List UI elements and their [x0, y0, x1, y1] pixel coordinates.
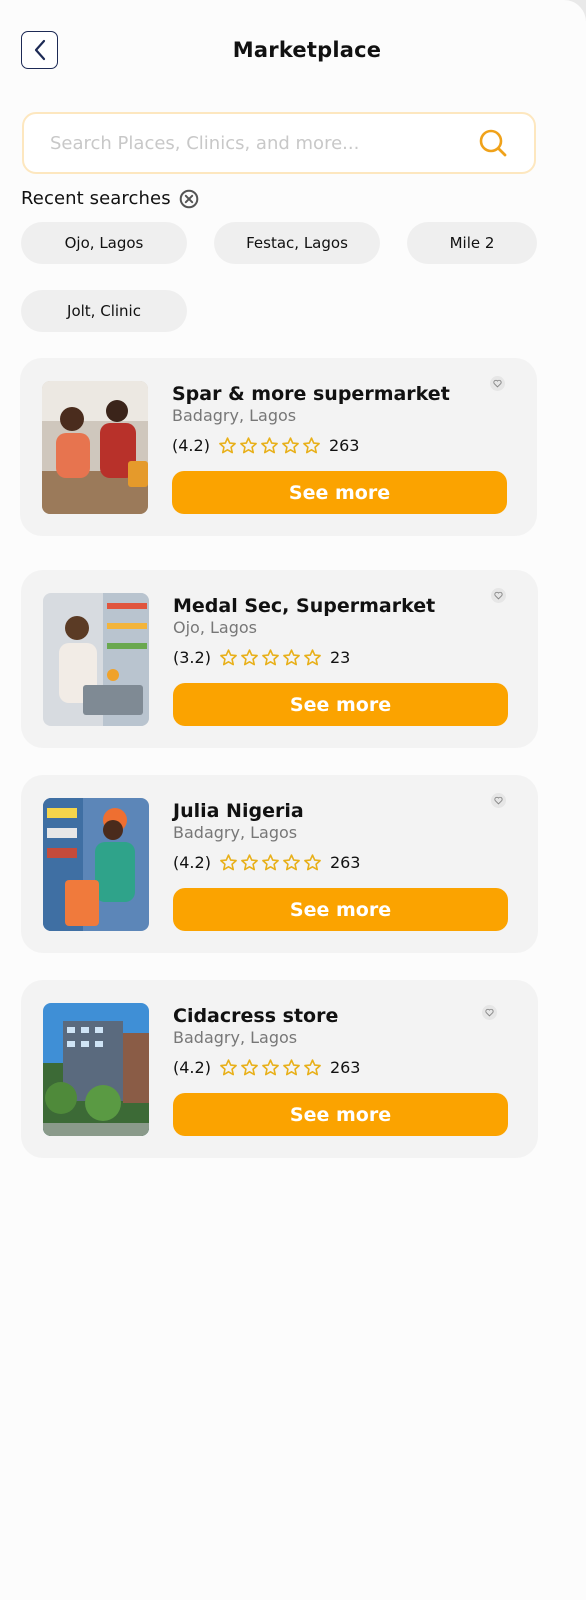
star-icon: [220, 1059, 237, 1076]
star-icon: [303, 437, 320, 454]
review-count: 263: [328, 436, 360, 455]
star-icon: [219, 437, 236, 454]
recent-chip-label: Ojo, Lagos: [64, 234, 144, 252]
rating-stars: [218, 436, 323, 455]
see-more-button[interactable]: See more: [173, 888, 508, 931]
heart-icon: [494, 591, 503, 600]
store-photo: [43, 1003, 149, 1136]
see-more-button[interactable]: See more: [173, 683, 508, 726]
star-icon: [283, 1059, 300, 1076]
review-count: 263: [329, 1058, 361, 1077]
search-bar[interactable]: [22, 112, 536, 174]
store-photo: [42, 381, 148, 514]
rating-score: (4.2): [173, 853, 211, 872]
store-card[interactable]: Spar & more supermarket Badagry, Lagos (…: [20, 358, 537, 536]
store-card[interactable]: Cidacress store Badagry, Lagos (4.2) 263…: [21, 980, 538, 1158]
star-icon: [261, 437, 278, 454]
star-icon: [241, 649, 258, 666]
rating-stars: [219, 648, 324, 667]
store-card[interactable]: Julia Nigeria Badagry, Lagos (4.2) 263 S…: [21, 775, 538, 953]
review-count: 263: [329, 853, 361, 872]
star-icon: [283, 649, 300, 666]
favorite-button[interactable]: [490, 376, 505, 391]
star-icon: [241, 854, 258, 871]
see-more-button[interactable]: See more: [172, 471, 507, 514]
star-icon: [220, 854, 237, 871]
star-icon: [262, 854, 279, 871]
store-rating: (4.2) 263: [173, 1058, 360, 1077]
rating-stars: [219, 1058, 324, 1077]
recent-chip-label: Jolt, Clinic: [67, 302, 141, 320]
star-icon: [282, 437, 299, 454]
heart-icon: [493, 379, 502, 388]
star-icon: [304, 854, 321, 871]
store-location: Ojo, Lagos: [173, 618, 257, 637]
store-photo: [43, 593, 149, 726]
recent-searches-header: Recent searches: [21, 188, 199, 209]
recent-chip-label: Festac, Lagos: [246, 234, 348, 252]
heart-icon: [485, 1008, 494, 1017]
star-icon: [262, 1059, 279, 1076]
store-rating: (4.2) 263: [173, 853, 360, 872]
clear-recent-icon[interactable]: [179, 189, 199, 209]
star-icon: [304, 649, 321, 666]
store-card[interactable]: Medal Sec, Supermarket Ojo, Lagos (3.2) …: [21, 570, 538, 748]
store-location: Badagry, Lagos: [172, 406, 297, 425]
recent-chip[interactable]: Jolt, Clinic: [21, 290, 187, 332]
star-icon: [304, 1059, 321, 1076]
recent-chip[interactable]: Mile 2: [407, 222, 537, 264]
store-location: Badagry, Lagos: [173, 1028, 298, 1047]
rating-stars: [219, 853, 324, 872]
rating-score: (4.2): [173, 1058, 211, 1077]
favorite-button[interactable]: [491, 588, 506, 603]
store-rating: (4.2) 263: [172, 436, 359, 455]
favorite-button[interactable]: [491, 793, 506, 808]
review-count: 23: [329, 648, 351, 667]
rating-score: (4.2): [172, 436, 210, 455]
store-name: Spar & more supermarket: [172, 383, 450, 405]
search-icon[interactable]: [478, 128, 508, 158]
store-name: Cidacress store: [173, 1005, 339, 1027]
recent-chip[interactable]: Ojo, Lagos: [21, 222, 187, 264]
heart-icon: [494, 796, 503, 805]
search-input[interactable]: [48, 131, 478, 155]
store-rating: (3.2) 23: [173, 648, 350, 667]
star-icon: [220, 649, 237, 666]
store-location: Badagry, Lagos: [173, 823, 298, 842]
recent-chip[interactable]: Festac, Lagos: [214, 222, 380, 264]
favorite-button[interactable]: [482, 1005, 497, 1020]
page-title: Marketplace: [232, 38, 382, 62]
recent-chip-label: Mile 2: [449, 234, 495, 252]
store-name: Medal Sec, Supermarket: [173, 595, 436, 617]
store-photo: [43, 798, 149, 931]
see-more-button[interactable]: See more: [173, 1093, 508, 1136]
recent-searches-title: Recent searches: [21, 188, 171, 209]
star-icon: [240, 437, 257, 454]
star-icon: [283, 854, 300, 871]
rating-score: (3.2): [173, 648, 211, 667]
store-name: Julia Nigeria: [173, 800, 304, 822]
star-icon: [241, 1059, 258, 1076]
star-icon: [262, 649, 279, 666]
marketplace-screen: Marketplace Recent searches Ojo, Lagos F…: [0, 0, 586, 1600]
